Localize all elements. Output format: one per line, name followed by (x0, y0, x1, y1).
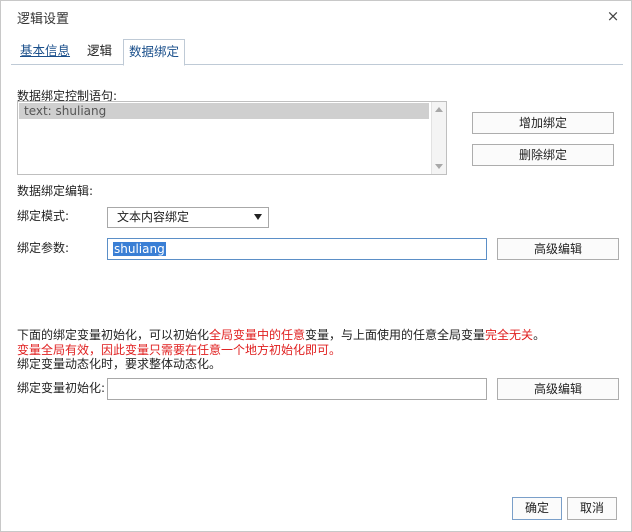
binding-param-input[interactable]: shuliang (107, 238, 487, 260)
tab-basic-info[interactable]: 基本信息 (14, 39, 76, 65)
note-text: 。 (533, 328, 546, 342)
binding-editor-label: 数据绑定编辑: (17, 184, 94, 198)
binding-statements-list[interactable]: text: shuliang (17, 101, 447, 175)
list-item[interactable]: text: shuliang (19, 103, 429, 119)
note-highlight: 全局变量中的任意 (209, 328, 306, 342)
binding-mode-select[interactable]: 文本内容绑定 (107, 207, 269, 228)
scroll-up-icon[interactable] (435, 107, 443, 112)
close-icon[interactable]: × (605, 8, 621, 24)
dialog-title: 逻辑设置 (17, 12, 70, 27)
binding-param-label: 绑定参数: (17, 241, 70, 255)
scroll-down-icon[interactable] (435, 164, 443, 169)
advanced-edit-button[interactable]: 高级编辑 (497, 238, 619, 260)
tab-bar: 基本信息 逻辑 数据绑定 (11, 39, 623, 66)
note-text: 下面的绑定变量初始化，可以初始化 (17, 328, 210, 342)
tab-logic[interactable]: 逻辑 (81, 39, 118, 65)
cancel-button[interactable]: 取消 (567, 497, 617, 520)
init-variable-label: 绑定变量初始化: (17, 381, 106, 395)
add-binding-button[interactable]: 增加绑定 (472, 112, 614, 134)
init-variable-input[interactable] (107, 378, 487, 400)
binding-mode-label: 绑定模式: (17, 209, 70, 223)
delete-binding-button[interactable]: 删除绑定 (472, 144, 614, 166)
note-highlight: 完全无关 (485, 328, 534, 342)
ok-button[interactable]: 确定 (512, 497, 562, 520)
note-line-3: 绑定变量动态化时，要求整体动态化。 (17, 357, 222, 371)
binding-param-value: shuliang (113, 242, 166, 256)
init-advanced-edit-button[interactable]: 高级编辑 (497, 378, 619, 400)
list-scrollbar[interactable] (431, 102, 446, 174)
binding-mode-value: 文本内容绑定 (117, 210, 190, 224)
logic-settings-dialog: 逻辑设置 × 基本信息 逻辑 数据绑定 数据绑定控制语句: text: shul… (0, 0, 632, 532)
tab-data-binding[interactable]: 数据绑定 (123, 39, 186, 66)
note-text: 变量，与上面使用的任意全局变量 (305, 328, 486, 342)
chevron-down-icon (254, 214, 262, 220)
